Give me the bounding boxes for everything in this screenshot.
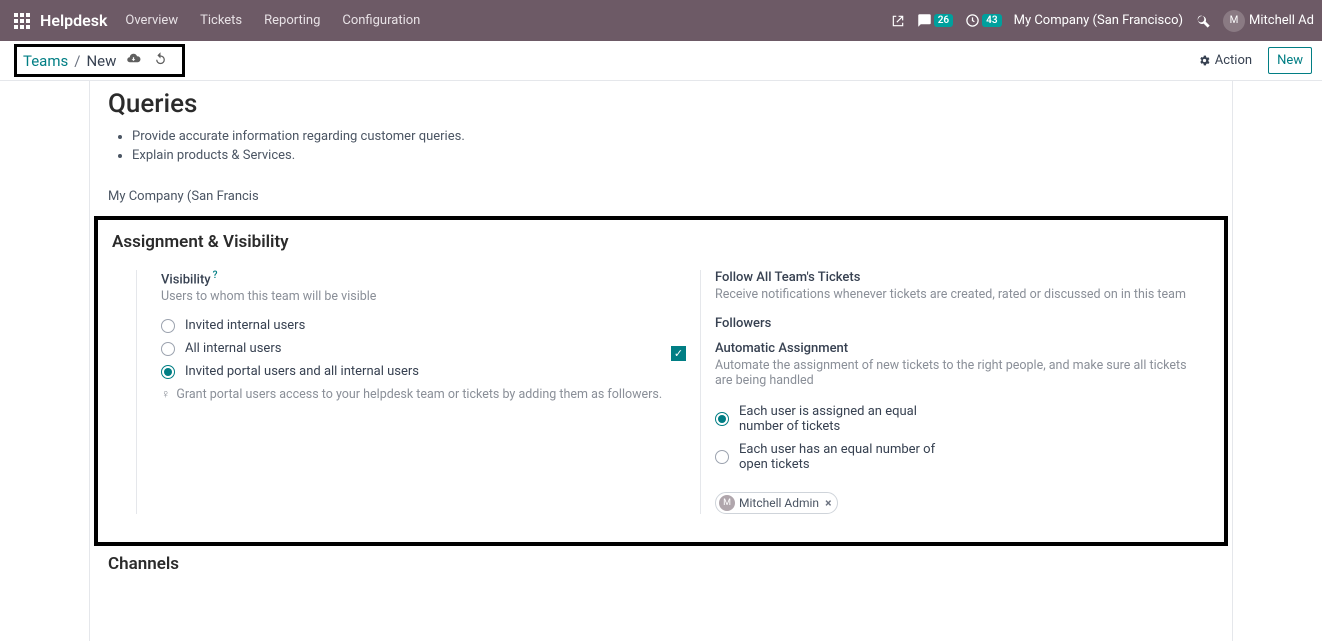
- channels-heading: Channels: [90, 554, 1232, 574]
- messages-icon[interactable]: 26: [917, 13, 953, 28]
- section-heading: Assignment & Visibility: [112, 232, 1210, 252]
- user-menu[interactable]: M Mitchell Ad: [1223, 10, 1314, 32]
- radio-icon: [715, 412, 729, 426]
- new-button[interactable]: New: [1268, 47, 1312, 74]
- assignment-visibility-section: Assignment & Visibility Visibility? User…: [94, 216, 1228, 546]
- auto-assignment-desc: Automate the assignment of new tickets t…: [715, 358, 1195, 388]
- breadcrumb-sep: /: [74, 52, 80, 70]
- radio-icon: [161, 342, 175, 356]
- member-name: Mitchell Admin: [739, 496, 819, 510]
- radio-icon: [715, 450, 729, 464]
- radio-icon: [161, 365, 175, 379]
- company-field[interactable]: My Company (San Francis: [90, 167, 1232, 206]
- activities-badge: 43: [982, 14, 1001, 27]
- follow-desc: Receive notifications whenever tickets a…: [715, 287, 1210, 302]
- member-tag[interactable]: M Mitchell Admin ×: [715, 492, 838, 514]
- visibility-hint: ♀ Grant portal users access to your help…: [161, 387, 676, 402]
- form-sheet: Queries Provide accurate information reg…: [89, 81, 1233, 641]
- breadcrumb: Teams / New: [14, 44, 185, 77]
- avatar-icon: M: [1223, 10, 1245, 32]
- breadcrumb-root[interactable]: Teams: [23, 52, 68, 70]
- remove-tag-icon[interactable]: ×: [825, 496, 831, 510]
- visibility-column: Visibility? Users to whom this team will…: [136, 270, 676, 514]
- app-brand[interactable]: Helpdesk: [40, 11, 107, 30]
- nav-overview[interactable]: Overview: [125, 13, 178, 28]
- activities-icon[interactable]: 43: [965, 13, 1001, 28]
- follow-label: Follow All Team's Tickets: [715, 270, 1210, 285]
- auto-assignment-checkbox[interactable]: ✓: [671, 346, 686, 361]
- visibility-desc: Users to whom this team will be visible: [161, 289, 676, 304]
- tools-icon[interactable]: [1195, 13, 1211, 29]
- company-switcher[interactable]: My Company (San Francisco): [1014, 13, 1183, 28]
- discard-icon[interactable]: [153, 51, 168, 70]
- list-item: Provide accurate information regarding c…: [132, 129, 1232, 144]
- visibility-option-all-internal[interactable]: All internal users: [161, 341, 676, 356]
- cloud-save-icon[interactable]: [126, 51, 141, 70]
- bulb-icon: ♀: [161, 387, 170, 402]
- avatar-icon: M: [719, 495, 735, 511]
- assign-option-equal-open[interactable]: Each user has an equal number of open ti…: [715, 442, 955, 472]
- assign-option-equal-total[interactable]: Each user is assigned an equal number of…: [715, 404, 955, 434]
- nav-tickets[interactable]: Tickets: [200, 13, 242, 28]
- action-menu[interactable]: Action: [1198, 53, 1252, 68]
- radio-icon: [161, 319, 175, 333]
- visibility-label: Visibility?: [161, 270, 676, 287]
- nav-reporting[interactable]: Reporting: [264, 13, 320, 28]
- visibility-option-invited-internal[interactable]: Invited internal users: [161, 318, 676, 333]
- followers-label: Followers: [715, 316, 1210, 331]
- assignment-column: Follow All Team's Tickets Receive notifi…: [700, 270, 1210, 514]
- list-item: Explain products & Services.: [132, 148, 1232, 163]
- messages-badge: 26: [934, 14, 953, 27]
- top-nav: Helpdesk Overview Tickets Reporting Conf…: [0, 0, 1322, 41]
- nav-configuration[interactable]: Configuration: [342, 13, 420, 28]
- breadcrumb-current: New: [86, 52, 116, 70]
- visibility-option-portal-and-internal[interactable]: Invited portal users and all internal us…: [161, 364, 676, 379]
- page-title: Queries: [90, 81, 1232, 129]
- apps-icon[interactable]: [8, 7, 36, 35]
- user-name: Mitchell Ad: [1249, 13, 1314, 28]
- share-icon[interactable]: [891, 14, 905, 28]
- auto-assignment-label: Automatic Assignment: [715, 341, 1210, 356]
- action-label: Action: [1215, 53, 1252, 68]
- action-bar: Teams / New Action New: [0, 41, 1322, 81]
- help-icon[interactable]: ?: [213, 270, 218, 281]
- description-list: Provide accurate information regarding c…: [90, 129, 1232, 163]
